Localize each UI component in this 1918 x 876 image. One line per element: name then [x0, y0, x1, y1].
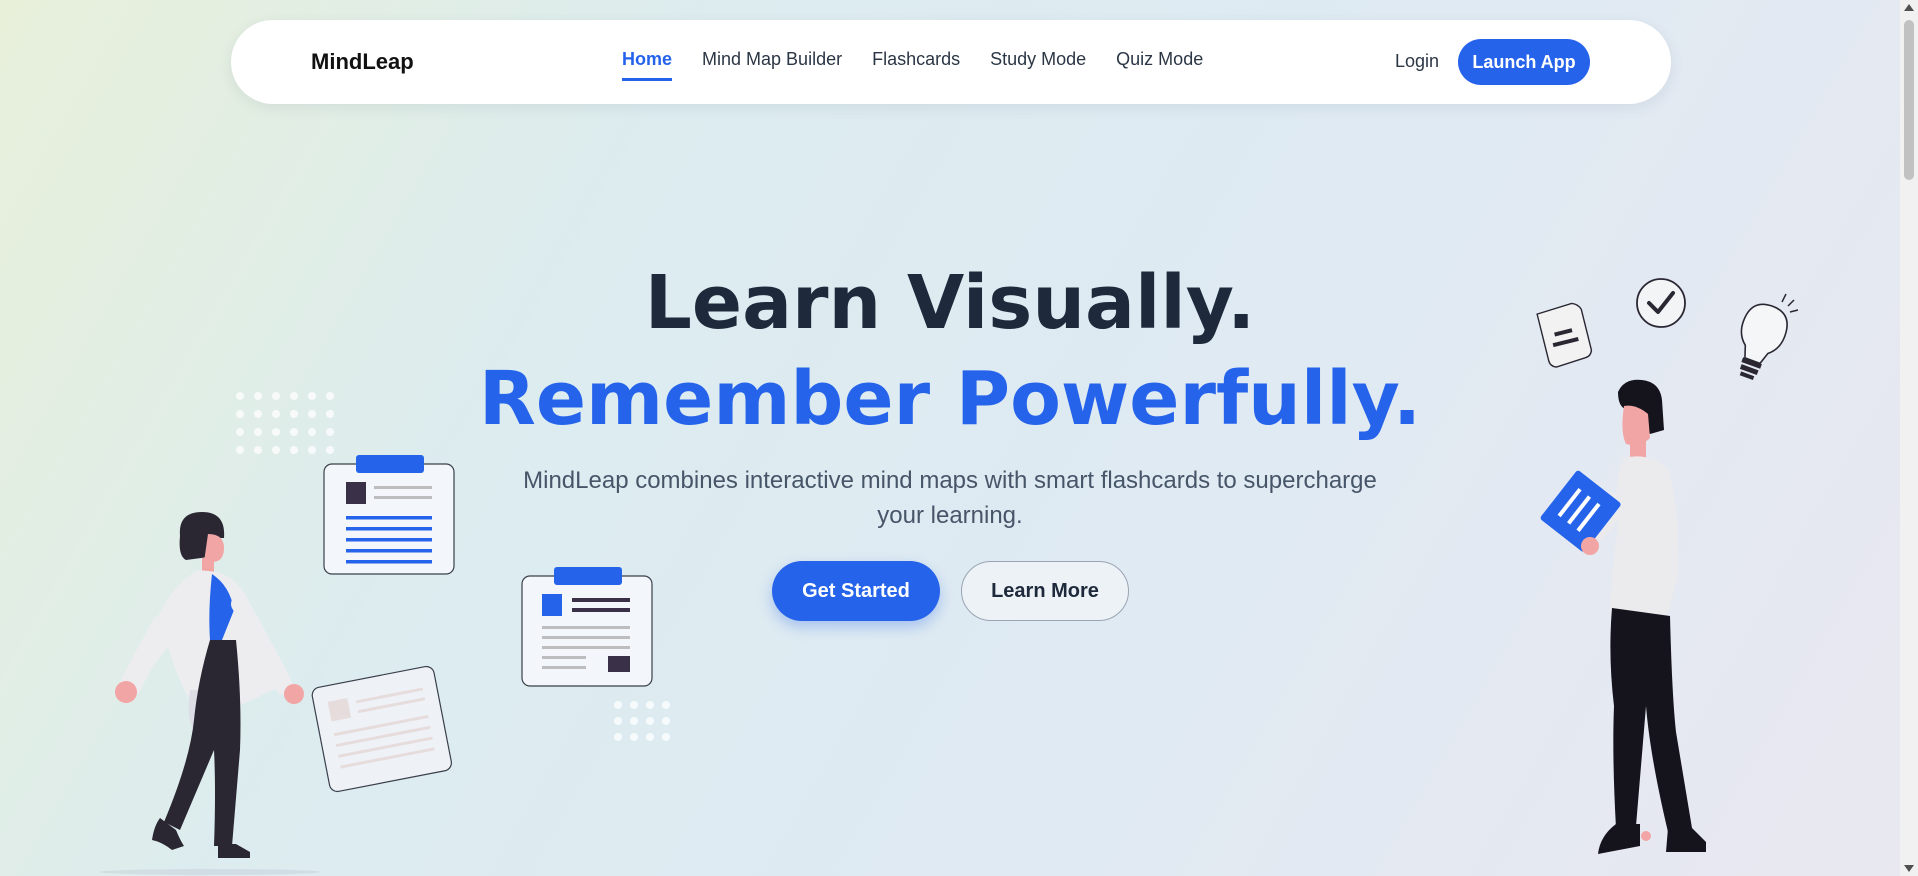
lightbulb-icon: [1739, 293, 1799, 380]
scroll-up-arrow-icon[interactable]: [1904, 4, 1914, 11]
checkmark-icon: [1636, 278, 1686, 328]
nav-link-home[interactable]: Home: [622, 49, 673, 81]
hero-subtitle: MindLeap combines interactive mind maps …: [523, 467, 1377, 529]
nav-link-study-mode[interactable]: Study Mode: [990, 49, 1086, 81]
nav-links: Home Mind Map Builder Flashcards Study M…: [622, 49, 1203, 81]
login-link[interactable]: Login: [1395, 51, 1439, 72]
dot-grid-decoration: [614, 701, 670, 741]
dot-grid-decoration: [236, 392, 334, 454]
woman-walking-illustration: [100, 512, 320, 875]
nav-link-mind-map-builder[interactable]: Mind Map Builder: [702, 49, 842, 81]
landing-page: MindLeap Home Mind Map Builder Flashcard…: [0, 0, 1900, 876]
learn-more-button[interactable]: Learn More: [961, 561, 1129, 621]
nav-link-quiz-mode[interactable]: Quiz Mode: [1116, 49, 1203, 81]
scroll-down-arrow-icon[interactable]: [1904, 865, 1914, 872]
nav-link-flashcards[interactable]: Flashcards: [872, 49, 960, 81]
brand-logo[interactable]: MindLeap: [311, 49, 414, 75]
navbar: MindLeap Home Mind Map Builder Flashcard…: [231, 20, 1671, 104]
scrollbar-thumb[interactable]: [1904, 20, 1914, 180]
man-reading-illustration: [1540, 379, 1706, 854]
page-scrollbar[interactable]: [1900, 0, 1918, 876]
get-started-button[interactable]: Get Started: [772, 561, 940, 621]
hero-title-line1: Learn Visually.: [644, 260, 1256, 346]
launch-app-button[interactable]: Launch App: [1458, 39, 1590, 85]
document-card-illustration: [521, 567, 653, 687]
note-icon: [1536, 302, 1593, 368]
